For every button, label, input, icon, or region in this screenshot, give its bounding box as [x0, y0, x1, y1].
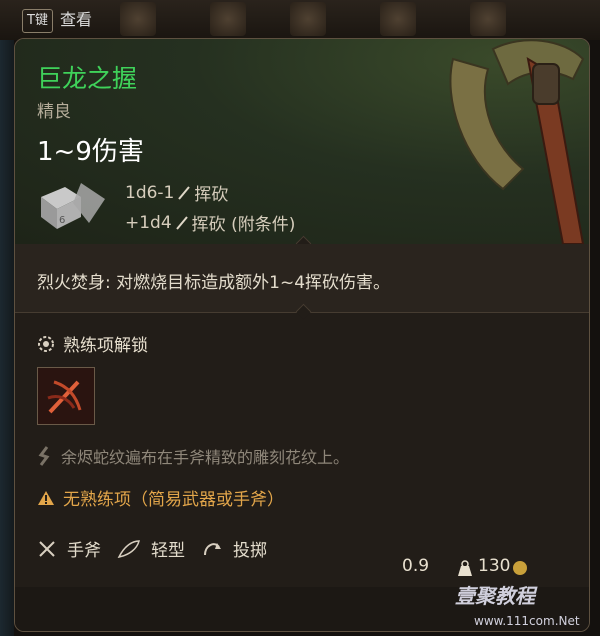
properties-row: 手斧 轻型 投掷 — [37, 536, 267, 561]
inventory-edge — [0, 40, 14, 636]
proficiency-badge-icon — [38, 335, 54, 352]
warning-row: 无熟练项（简易武器或手斧） — [37, 485, 284, 510]
t-key-badge: T键 — [22, 9, 53, 33]
item-slot-icon[interactable] — [120, 2, 156, 36]
throw-icon — [204, 542, 221, 555]
top-bar: T键 查看 — [0, 0, 600, 40]
damage-dice: 1d6-1 — [125, 182, 175, 203]
crossed-weapons-icon — [39, 540, 55, 557]
tooltip-header: 巨龙之握 精良 1~9伤害 6 1d6-1 挥砍 +1d4 挥砍 (附条件) — [15, 39, 589, 244]
warning-icon — [38, 490, 54, 505]
effect-panel: 烈火焚身: 对燃烧目标造成额外1~4挥砍伤害。 — [15, 244, 589, 312]
weight-icon — [458, 560, 472, 576]
feather-icon — [117, 539, 140, 558]
proficiency-unlock-row: 熟练项解锁 — [37, 331, 148, 356]
proficiency-unlock-label: 熟练项解锁 — [63, 336, 148, 356]
item-tooltip: 巨龙之握 精良 1~9伤害 6 1d6-1 挥砍 +1d4 挥砍 (附条件) 烈 — [14, 38, 590, 632]
watermark-url: www.111com.Net — [474, 614, 580, 628]
damage-type: 挥砍 (附条件) — [191, 215, 296, 235]
slashing-icon — [175, 215, 188, 230]
property-handaxe[interactable]: 手斧 — [67, 536, 101, 561]
property-thrown[interactable]: 投掷 — [233, 536, 267, 561]
item-slot-icon[interactable] — [210, 2, 246, 36]
damage-line: 1d6-1 挥砍 — [125, 180, 229, 206]
watermark: 壹聚教程 — [455, 584, 535, 608]
lore-row: 余烬蛇纹遍布在手斧精致的雕刻花纹上。 — [37, 444, 349, 468]
item-name: 巨龙之握 — [37, 64, 138, 93]
item-slot-icon[interactable] — [470, 2, 506, 36]
lore-feather-icon — [38, 446, 50, 466]
lore-text: 余烬蛇纹遍布在手斧精致的雕刻花纹上。 — [61, 448, 350, 467]
damage-type: 挥砍 — [194, 185, 229, 205]
item-slot-icon[interactable] — [380, 2, 416, 36]
item-weight: 0.9 — [402, 556, 430, 576]
damage-dice: +1d4 — [125, 212, 172, 233]
flaming-slash-icon — [47, 380, 82, 414]
view-label[interactable]: 查看 — [60, 9, 92, 31]
gold-coin-icon — [513, 561, 527, 575]
damage-line: +1d4 挥砍 (附条件) — [125, 210, 296, 236]
action-icon[interactable] — [37, 367, 95, 425]
damage-range: 1~9伤害 — [37, 137, 144, 167]
slashing-icon — [178, 185, 191, 200]
property-light[interactable]: 轻型 — [151, 536, 185, 561]
proficiency-warning: 无熟练项（简易武器或手斧） — [63, 490, 284, 510]
handaxe-icon — [449, 39, 585, 244]
effect-text: 烈火焚身: 对燃烧目标造成额外1~4挥砍伤害。 — [37, 273, 391, 293]
item-slot-icon[interactable] — [290, 2, 326, 36]
item-price: 130 — [478, 556, 511, 576]
dice-icon: 6 — [41, 183, 105, 229]
item-rarity: 精良 — [37, 102, 71, 122]
svg-text:6: 6 — [59, 215, 65, 226]
